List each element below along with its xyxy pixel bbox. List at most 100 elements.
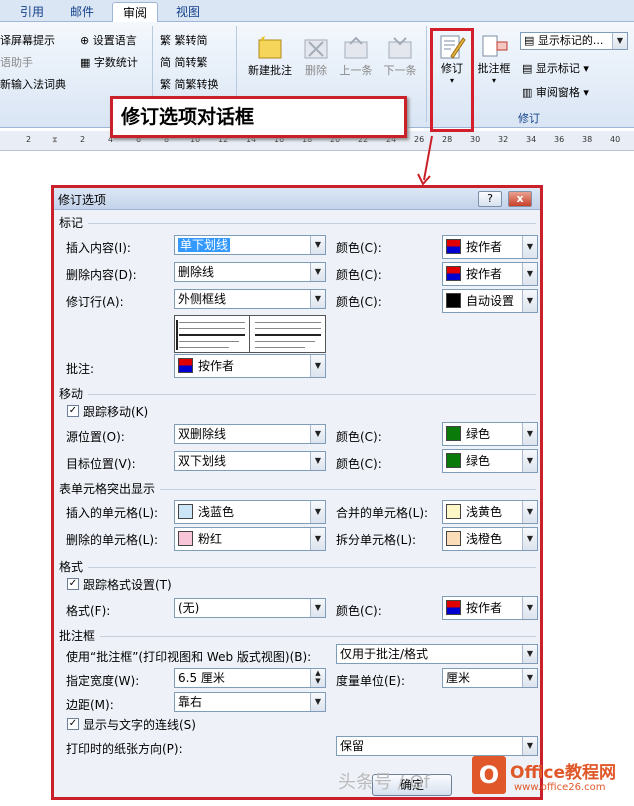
changed-lines-color-label: 颜色(C): — [336, 295, 382, 309]
section-divider — [88, 223, 536, 224]
balloon-width-label: 指定宽度(W): — [66, 674, 140, 688]
comments-label: 批注: — [66, 362, 95, 376]
track-formatting-label: 跟踪格式设置(T) — [83, 578, 172, 592]
split-cells-label: 拆分单元格(L): — [336, 533, 417, 547]
changed-lines-select[interactable]: 外侧框线 ▼ — [174, 289, 326, 309]
chevron-down-icon: ▼ — [310, 263, 325, 281]
inserted-cells-value: 浅蓝色 — [198, 505, 235, 519]
show-lines-checkbox[interactable]: ✓ — [67, 718, 79, 730]
author-color-swatch — [446, 266, 461, 281]
chevron-down-icon: ▼ — [522, 645, 537, 663]
author-color-swatch — [178, 358, 193, 373]
paper-orientation-label: 打印时的纸张方向(P): — [66, 742, 183, 756]
margin-value: 靠右 — [178, 695, 203, 709]
deletions-color-select[interactable]: 按作者 ▼ — [442, 262, 538, 286]
paper-orientation-select[interactable]: 保留 ▼ — [336, 736, 538, 756]
dialog-title-bar: 修订选项 ? x — [54, 188, 540, 210]
deleted-cells-label: 删除的单元格(L): — [66, 533, 159, 547]
moved-from-value: 双删除线 — [178, 427, 227, 441]
insertions-label: 插入内容(I): — [66, 241, 131, 255]
use-balloons-select[interactable]: 仅用于批注/格式 ▼ — [336, 644, 538, 664]
insertions-select[interactable]: 单下划线 ▼ — [174, 235, 326, 255]
changed-lines-label: 修订行(A): — [66, 295, 124, 309]
chevron-down-icon: ▼ — [522, 423, 537, 445]
author-color-swatch — [446, 600, 461, 615]
light-blue-swatch — [178, 504, 193, 519]
track-formatting-checkbox[interactable]: ✓ — [67, 578, 79, 590]
chevron-down-icon: ▼ — [522, 737, 537, 755]
preview-page-right — [251, 316, 326, 352]
section-divider — [88, 567, 536, 568]
deleted-cells-select[interactable]: 粉红 ▼ — [174, 527, 326, 551]
measure-in-select[interactable]: 厘米 ▼ — [442, 668, 538, 688]
use-balloons-value: 仅用于批注/格式 — [340, 647, 429, 661]
moved-to-color-label: 颜色(C): — [336, 457, 382, 471]
show-lines-label: 显示与文字的连线(S) — [83, 718, 196, 732]
formatting-color-select[interactable]: 按作者 ▼ — [442, 596, 538, 620]
measure-in-label: 度量单位(E): — [336, 674, 405, 688]
comments-color-value: 按作者 — [198, 359, 235, 373]
use-balloons-label: 使用“批注框”(打印视图和 Web 版式视图)(B): — [66, 650, 312, 664]
split-cells-select[interactable]: 浅橙色 ▼ — [442, 527, 538, 551]
chevron-down-icon: ▼ — [522, 528, 537, 550]
chevron-down-icon: ▼ — [522, 450, 537, 472]
formatting-value: (无) — [178, 601, 200, 615]
moved-from-label: 源位置(O): — [66, 430, 125, 444]
merged-cells-value: 浅黄色 — [466, 505, 503, 519]
deletions-color-label: 颜色(C): — [336, 268, 382, 282]
changed-lines-color-value: 自动设置 — [466, 294, 515, 308]
track-moves-label: 跟踪移动(K) — [83, 405, 149, 419]
insertions-color-select[interactable]: 按作者 ▼ — [442, 235, 538, 259]
formatting-section-heading: 格式 — [59, 560, 84, 574]
section-divider — [100, 636, 536, 637]
moved-from-color-select[interactable]: 绿色 ▼ — [442, 422, 538, 446]
margin-select[interactable]: 靠右 ▼ — [174, 692, 326, 712]
moved-to-color-select[interactable]: 绿色 ▼ — [442, 449, 538, 473]
chevron-down-icon: ▼ — [310, 355, 325, 377]
insertions-color-label: 颜色(C): — [336, 241, 382, 255]
close-button[interactable]: x — [508, 191, 532, 207]
moved-to-select[interactable]: 双下划线 ▼ — [174, 451, 326, 471]
track-changes-options-dialog: 修订选项 ? x 标记 插入内容(I): 单下划线 ▼ 颜色(C): 按作者 ▼ 删… — [51, 185, 543, 800]
chevron-down-icon: ▼ — [310, 236, 325, 254]
watermark-text: 头条号 / Of — [338, 772, 431, 793]
deletions-label: 删除内容(D): — [66, 268, 137, 282]
paper-orientation-value: 保留 — [340, 739, 365, 753]
chevron-down-icon: ▼ — [310, 290, 325, 308]
chevron-down-icon: ▼ — [310, 599, 325, 617]
deletions-select[interactable]: 删除线 ▼ — [174, 262, 326, 282]
changed-lines-color-select[interactable]: 自动设置 ▼ — [442, 289, 538, 313]
merged-cells-label: 合并的单元格(L): — [336, 506, 429, 520]
inserted-cells-select[interactable]: 浅蓝色 ▼ — [174, 500, 326, 524]
measure-in-value: 厘米 — [446, 671, 471, 685]
balloons-section-heading: 批注框 — [59, 629, 96, 643]
markup-section-heading: 标记 — [59, 216, 84, 230]
help-button[interactable]: ? — [478, 191, 502, 207]
merged-cells-select[interactable]: 浅黄色 ▼ — [442, 500, 538, 524]
moved-to-label: 目标位置(V): — [66, 457, 136, 471]
formatting-select[interactable]: (无) ▼ — [174, 598, 326, 618]
office-logo: O Office教程网 www.office26.com — [472, 756, 634, 800]
chevron-down-icon: ▼ — [522, 236, 537, 258]
moves-section-heading: 移动 — [59, 387, 84, 401]
spinner-arrows-icon[interactable]: ▲ ▼ — [310, 669, 325, 687]
logo-title: Office教程网 — [510, 763, 617, 783]
deletions-value: 删除线 — [178, 265, 215, 279]
comments-color-select[interactable]: 按作者 ▼ — [174, 354, 326, 378]
track-moves-checkbox[interactable]: ✓ — [67, 405, 79, 417]
chevron-down-icon: ▼ — [522, 290, 537, 312]
green-color-swatch — [446, 453, 461, 468]
deleted-cells-value: 粉红 — [198, 532, 223, 546]
chevron-down-icon: ▼ — [310, 693, 325, 711]
margin-label: 边距(M): — [66, 698, 114, 712]
green-color-swatch — [446, 426, 461, 441]
screenshot: 引用 邮件 审阅 视图 译屏幕提示 语助手 新输入法词典 ⊕ 设置语言 ▦ 字数… — [0, 0, 634, 806]
table-section-heading: 表单元格突出显示 — [59, 482, 156, 496]
formatting-label: 格式(F): — [66, 604, 111, 618]
balloon-width-spinner[interactable]: 6.5 厘米 ▲ ▼ — [174, 668, 326, 688]
office-logo-icon: O — [472, 756, 506, 794]
chevron-down-icon: ▼ — [310, 501, 325, 523]
chevron-down-icon: ▼ — [522, 669, 537, 687]
moved-from-select[interactable]: 双删除线 ▼ — [174, 424, 326, 444]
changed-lines-value: 外侧框线 — [178, 292, 227, 306]
